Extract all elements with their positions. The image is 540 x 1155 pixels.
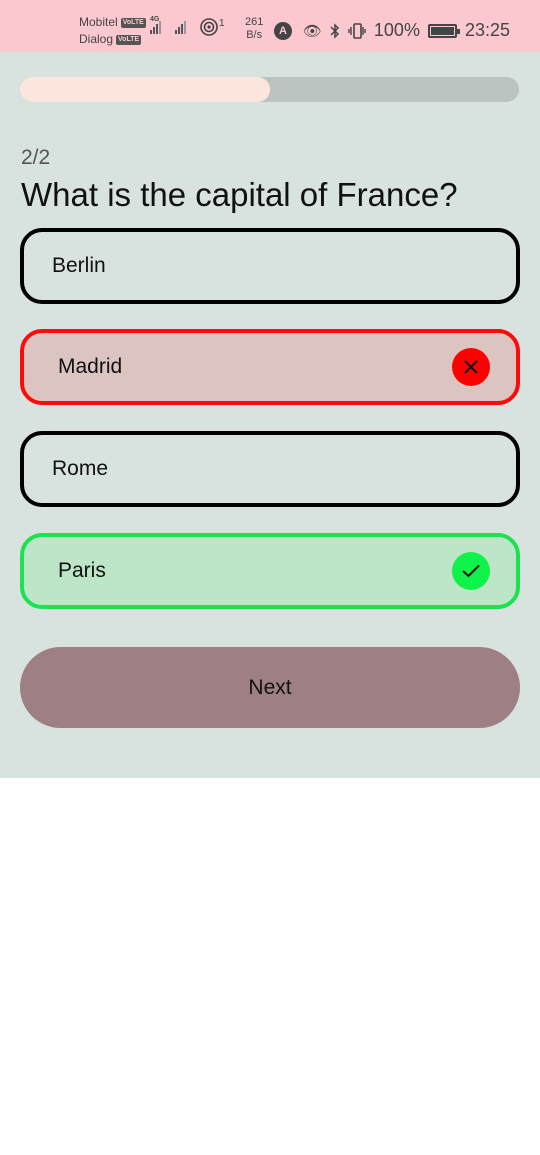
next-button[interactable]: Next <box>20 647 520 728</box>
quiz-progress-bar <box>20 77 519 102</box>
volte-badge-2: VoLTE <box>116 34 142 45</box>
battery-percent: 100% <box>373 20 420 40</box>
battery-icon <box>427 23 460 38</box>
progress-fill <box>20 77 270 102</box>
carrier-2: Dialog <box>79 32 114 46</box>
question-text: What is the capital of France? <box>21 176 458 213</box>
option-label: Berlin <box>52 254 106 277</box>
hotspot-count: 1 <box>219 18 225 29</box>
option-paris[interactable]: Paris <box>20 533 520 609</box>
speed-unit: B/s <box>246 29 263 41</box>
signal-indicators: 4G 1 <box>150 16 225 36</box>
speed-value: 261 <box>245 16 264 28</box>
hotspot-icon <box>200 18 218 36</box>
system-icons: 👁 100% 23:25 <box>303 20 510 41</box>
carrier-info: Mobitel VoLTE Dialog VoLTE <box>79 14 146 48</box>
quiz-screen: 2/2 What is the capital of France? Berli… <box>0 52 540 778</box>
network-speed: 261 B/s <box>245 16 263 42</box>
vibrate-icon <box>348 22 366 39</box>
volte-badge-1: VoLTE <box>120 17 146 28</box>
bluetooth-icon <box>330 22 339 39</box>
wrong-answer-icon <box>452 348 490 386</box>
signal-strength-2-icon <box>175 20 186 34</box>
eye-icon: 👁 <box>302 22 322 40</box>
network-type: 4G <box>150 16 160 23</box>
carrier-1: Mobitel <box>79 15 118 29</box>
question-counter: 2/2 <box>21 146 51 169</box>
option-madrid[interactable]: Madrid <box>20 329 520 405</box>
option-label: Rome <box>52 457 109 480</box>
option-rome[interactable]: Rome <box>20 431 520 507</box>
option-label: Madrid <box>58 355 123 378</box>
clock: 23:25 <box>464 20 510 40</box>
status-bar: Mobitel VoLTE Dialog VoLTE 4G 1 261 B/s … <box>0 0 540 52</box>
option-berlin[interactable]: Berlin <box>20 228 520 304</box>
option-label: Paris <box>58 559 106 582</box>
correct-answer-icon <box>452 552 490 590</box>
app-notification-icon: A <box>274 22 292 40</box>
